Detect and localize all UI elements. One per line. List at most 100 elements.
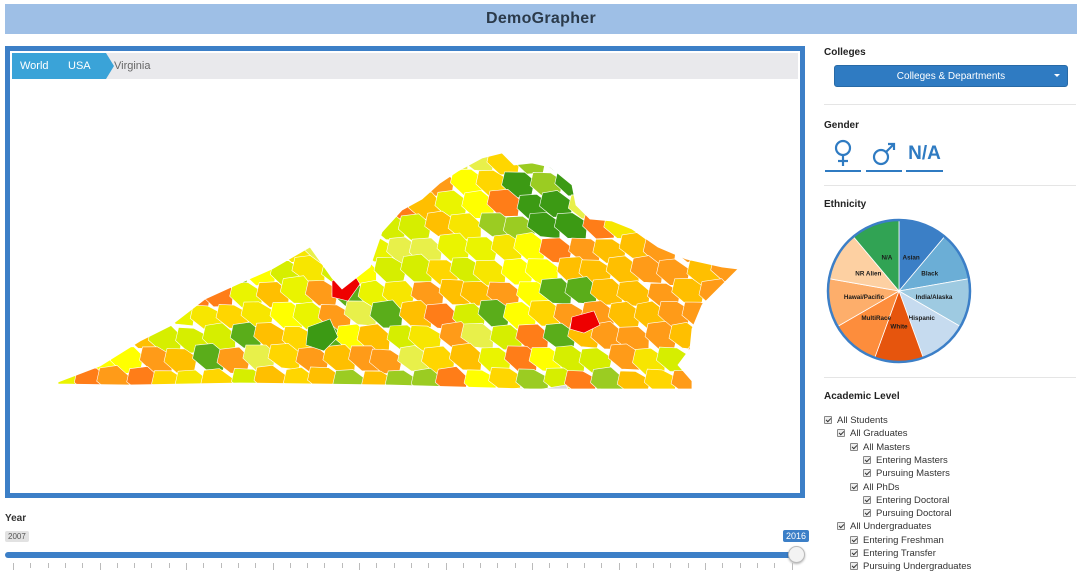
ethnicity-pie-chart[interactable]: Asian Black India/Alaska HispanicWhite Multi… [824, 216, 974, 366]
county-region[interactable] [344, 214, 379, 243]
county-region[interactable] [335, 193, 369, 221]
county-region[interactable] [788, 302, 800, 328]
county-region[interactable] [88, 168, 122, 197]
county-region[interactable] [762, 348, 795, 373]
county-region[interactable] [175, 147, 209, 175]
county-region[interactable] [733, 170, 767, 199]
academic-level-option[interactable]: All PhDs [850, 481, 899, 494]
county-region[interactable] [165, 171, 199, 199]
county-region[interactable] [49, 192, 83, 220]
county-region[interactable] [121, 149, 156, 177]
county-region[interactable] [708, 392, 741, 417]
county-region[interactable] [87, 260, 121, 288]
county-region[interactable] [61, 259, 95, 286]
checkbox-checked-icon[interactable] [863, 455, 871, 464]
county-region[interactable] [617, 148, 652, 176]
county-region[interactable] [590, 145, 624, 173]
county-region[interactable] [593, 192, 628, 218]
county-region[interactable] [724, 324, 758, 352]
county-region[interactable] [751, 367, 784, 393]
county-region[interactable] [50, 322, 84, 352]
county-region[interactable] [748, 323, 781, 348]
county-region[interactable] [218, 169, 253, 199]
county-region[interactable] [659, 170, 694, 197]
county-region[interactable] [296, 169, 331, 197]
county-region[interactable] [685, 345, 720, 373]
county-region[interactable] [139, 387, 174, 415]
county-region[interactable] [373, 170, 408, 197]
county-region[interactable] [762, 392, 795, 417]
year-slider-handle[interactable] [788, 546, 805, 563]
county-region[interactable] [786, 392, 800, 417]
county-region[interactable] [343, 168, 377, 195]
county-region[interactable] [616, 193, 650, 220]
county-region[interactable] [746, 148, 779, 174]
checkbox-checked-icon[interactable] [837, 522, 845, 531]
county-region[interactable] [71, 235, 105, 263]
county-region[interactable] [253, 364, 288, 392]
county-region[interactable] [788, 258, 800, 285]
county-region[interactable] [605, 168, 640, 198]
county-region[interactable] [697, 148, 732, 176]
county-region[interactable] [292, 388, 327, 417]
county-region[interactable] [251, 148, 286, 174]
county-region[interactable] [565, 151, 600, 177]
county-region[interactable] [164, 213, 198, 241]
female-button[interactable] [825, 138, 861, 172]
county-region[interactable] [345, 386, 380, 414]
county-region[interactable] [502, 387, 537, 415]
county-region[interactable] [85, 390, 118, 417]
academic-level-option[interactable]: Pursuing Masters [863, 467, 950, 480]
county-region[interactable] [280, 148, 315, 175]
county-region[interactable] [201, 190, 235, 219]
county-region[interactable] [736, 342, 769, 370]
county-region[interactable] [189, 255, 223, 285]
county-region[interactable] [98, 282, 133, 309]
county-region[interactable] [122, 237, 157, 264]
county-region[interactable] [798, 148, 800, 173]
county-region[interactable] [190, 386, 224, 414]
academic-level-option[interactable]: Entering Freshman [850, 534, 944, 547]
county-region[interactable] [696, 365, 730, 392]
county-region[interactable] [238, 388, 273, 415]
county-region[interactable] [111, 167, 146, 196]
county-region[interactable] [576, 167, 611, 196]
county-region[interactable] [763, 212, 796, 238]
county-region[interactable] [47, 147, 81, 175]
checkbox-checked-icon[interactable] [863, 469, 871, 478]
county-region[interactable] [140, 166, 174, 196]
academic-level-option[interactable]: Entering Doctoral [863, 494, 949, 507]
county-region[interactable] [62, 171, 96, 197]
county-region[interactable] [776, 238, 800, 263]
county-region[interactable] [200, 368, 235, 396]
county-region[interactable] [711, 167, 745, 195]
county-region[interactable] [450, 388, 485, 416]
county-region[interactable] [270, 388, 304, 415]
male-button[interactable] [866, 138, 902, 172]
checkbox-checked-icon[interactable] [850, 442, 858, 451]
county-region[interactable] [318, 171, 353, 198]
county-region[interactable] [749, 193, 782, 221]
county-region[interactable] [774, 189, 800, 217]
county-region[interactable] [217, 213, 252, 241]
county-region[interactable] [307, 189, 342, 218]
county-region[interactable] [228, 190, 263, 216]
checkbox-checked-icon[interactable] [850, 549, 858, 557]
county-region[interactable] [721, 364, 755, 393]
county-region[interactable] [723, 238, 757, 264]
virginia-county-map[interactable] [10, 79, 800, 493]
county-region[interactable] [88, 300, 122, 328]
county-region[interactable] [551, 387, 585, 416]
county-region[interactable] [112, 392, 145, 417]
county-region[interactable] [721, 149, 755, 176]
county-region[interactable] [787, 345, 800, 373]
checkbox-checked-icon[interactable] [824, 416, 832, 424]
county-region[interactable] [215, 255, 250, 284]
county-region[interactable] [698, 326, 733, 354]
academic-level-option[interactable]: All Graduates [837, 427, 908, 440]
academic-level-option[interactable]: Entering Masters [863, 454, 948, 467]
academic-level-option[interactable]: Pursuing Undergraduates [850, 560, 971, 573]
academic-level-option[interactable]: Entering Transfer [850, 547, 936, 560]
county-region[interactable] [242, 171, 276, 200]
county-region[interactable] [709, 216, 743, 242]
